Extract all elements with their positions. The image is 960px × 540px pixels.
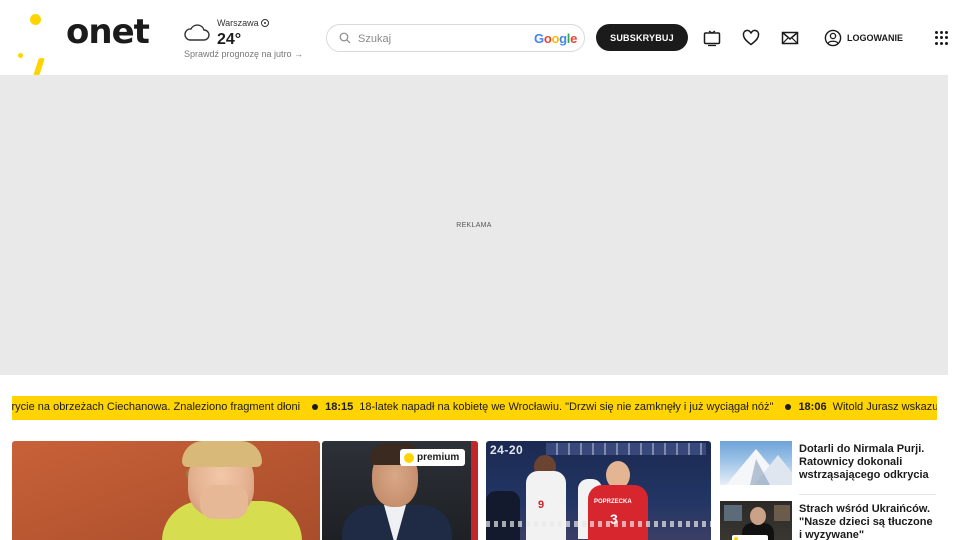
- search-icon: [339, 32, 351, 44]
- news-ticker[interactable]: krycie na obrzeżach Ciechanowa. Znalezio…: [12, 396, 937, 420]
- jersey-number: 9: [538, 499, 545, 511]
- weather-temperature: 24°: [217, 31, 242, 48]
- studio-screen-shape: [774, 505, 790, 521]
- user-icon: [824, 29, 842, 47]
- premium-mini-badge: [732, 535, 768, 540]
- studio-thumbnail[interactable]: [720, 501, 792, 540]
- mountain-thumbnail[interactable]: [720, 441, 792, 485]
- cloud-icon: [184, 24, 210, 41]
- volleyball-news-image[interactable]: 24-20 9 POPRZECKA 3: [486, 441, 711, 540]
- ticker-lead-text[interactable]: krycie na obrzeżach Ciechanowa. Znalezio…: [12, 401, 300, 413]
- red-strip: [471, 441, 478, 540]
- search-box[interactable]: Google: [326, 24, 585, 52]
- mountain-shadow-shape: [750, 459, 770, 485]
- ticker-item[interactable]: 18:06 Witold Jurasz wskazuje na r: [773, 401, 937, 413]
- search-input[interactable]: [358, 30, 518, 47]
- logo-text: onet: [66, 12, 150, 52]
- ticker-bullet: [785, 404, 792, 410]
- site-header: onet Warszawa 24° Sprawdź prognozę na ju…: [0, 0, 960, 76]
- login-label: LOGOWANIE: [847, 33, 903, 43]
- player-shape: POPRZECKA 3: [588, 485, 648, 540]
- weather-widget[interactable]: Warszawa 24° Sprawdź prognozę na jutro →: [183, 14, 303, 64]
- onet-logo[interactable]: onet: [12, 8, 157, 76]
- heart-icon[interactable]: [741, 28, 761, 48]
- ticker-track: krycie na obrzeżach Ciechanowa. Znalezio…: [12, 401, 937, 413]
- subscribe-button[interactable]: SUBSKRYBUJ: [596, 24, 688, 51]
- side-news-item[interactable]: Strach wśród Ukraińców. "Nasze dzieci są…: [720, 501, 936, 540]
- player-hair-shape: [182, 441, 262, 467]
- side-news-divider: [799, 494, 936, 495]
- logo-dot-small-decoration: [18, 53, 23, 58]
- login-button[interactable]: LOGOWANIE: [824, 28, 903, 48]
- location-icon[interactable]: [261, 19, 269, 27]
- premium-badge: premium: [400, 449, 466, 466]
- jersey-name: POPRZECKA: [594, 499, 632, 505]
- tennis-news-image[interactable]: [12, 441, 320, 540]
- arena-lights: [546, 443, 706, 455]
- logo-spark-decoration: [33, 58, 45, 76]
- ticker-bullet: [312, 404, 319, 410]
- ad-label: REKLAMA: [456, 222, 492, 229]
- apps-grid-icon[interactable]: [935, 31, 949, 45]
- ticker-item[interactable]: 18:15 18-latek napadł na kobietę we Wroc…: [300, 401, 773, 413]
- side-news-item[interactable]: Dotarli do Nirmala Purji. Ratownicy doko…: [720, 441, 936, 487]
- ticker-text: 18-latek napadł na kobietę we Wrocławiu.…: [359, 401, 774, 413]
- side-news-title[interactable]: Strach wśród Ukraińców. "Nasze dzieci są…: [799, 503, 937, 540]
- tv-icon[interactable]: [702, 28, 722, 48]
- person-head-shape: [750, 507, 766, 525]
- ticker-time: 18:15: [325, 401, 354, 413]
- premium-label: premium: [417, 452, 460, 463]
- forecast-link[interactable]: Sprawdź prognozę na jutro →: [184, 49, 303, 59]
- ticker-time: 18:06: [798, 401, 827, 413]
- ticker-text: Witold Jurasz wskazuje na r: [832, 401, 937, 413]
- google-logo: Google: [534, 31, 578, 46]
- ad-banner[interactable]: REKLAMA: [0, 75, 948, 375]
- premium-dot-icon: [404, 452, 414, 463]
- mail-icon[interactable]: [780, 28, 800, 48]
- player-shape: [486, 491, 520, 540]
- net-shape: [486, 521, 711, 527]
- side-news-title[interactable]: Dotarli do Nirmala Purji. Ratownicy doko…: [799, 443, 937, 482]
- scoreboard: 24-20: [490, 443, 524, 457]
- player-shape: 9: [526, 471, 566, 540]
- weather-city: Warszawa: [217, 18, 259, 28]
- studio-screen-shape: [724, 505, 742, 521]
- premium-news-image[interactable]: premium: [322, 441, 478, 540]
- player-hand-shape: [200, 485, 248, 519]
- logo-dot-decoration: [30, 14, 41, 25]
